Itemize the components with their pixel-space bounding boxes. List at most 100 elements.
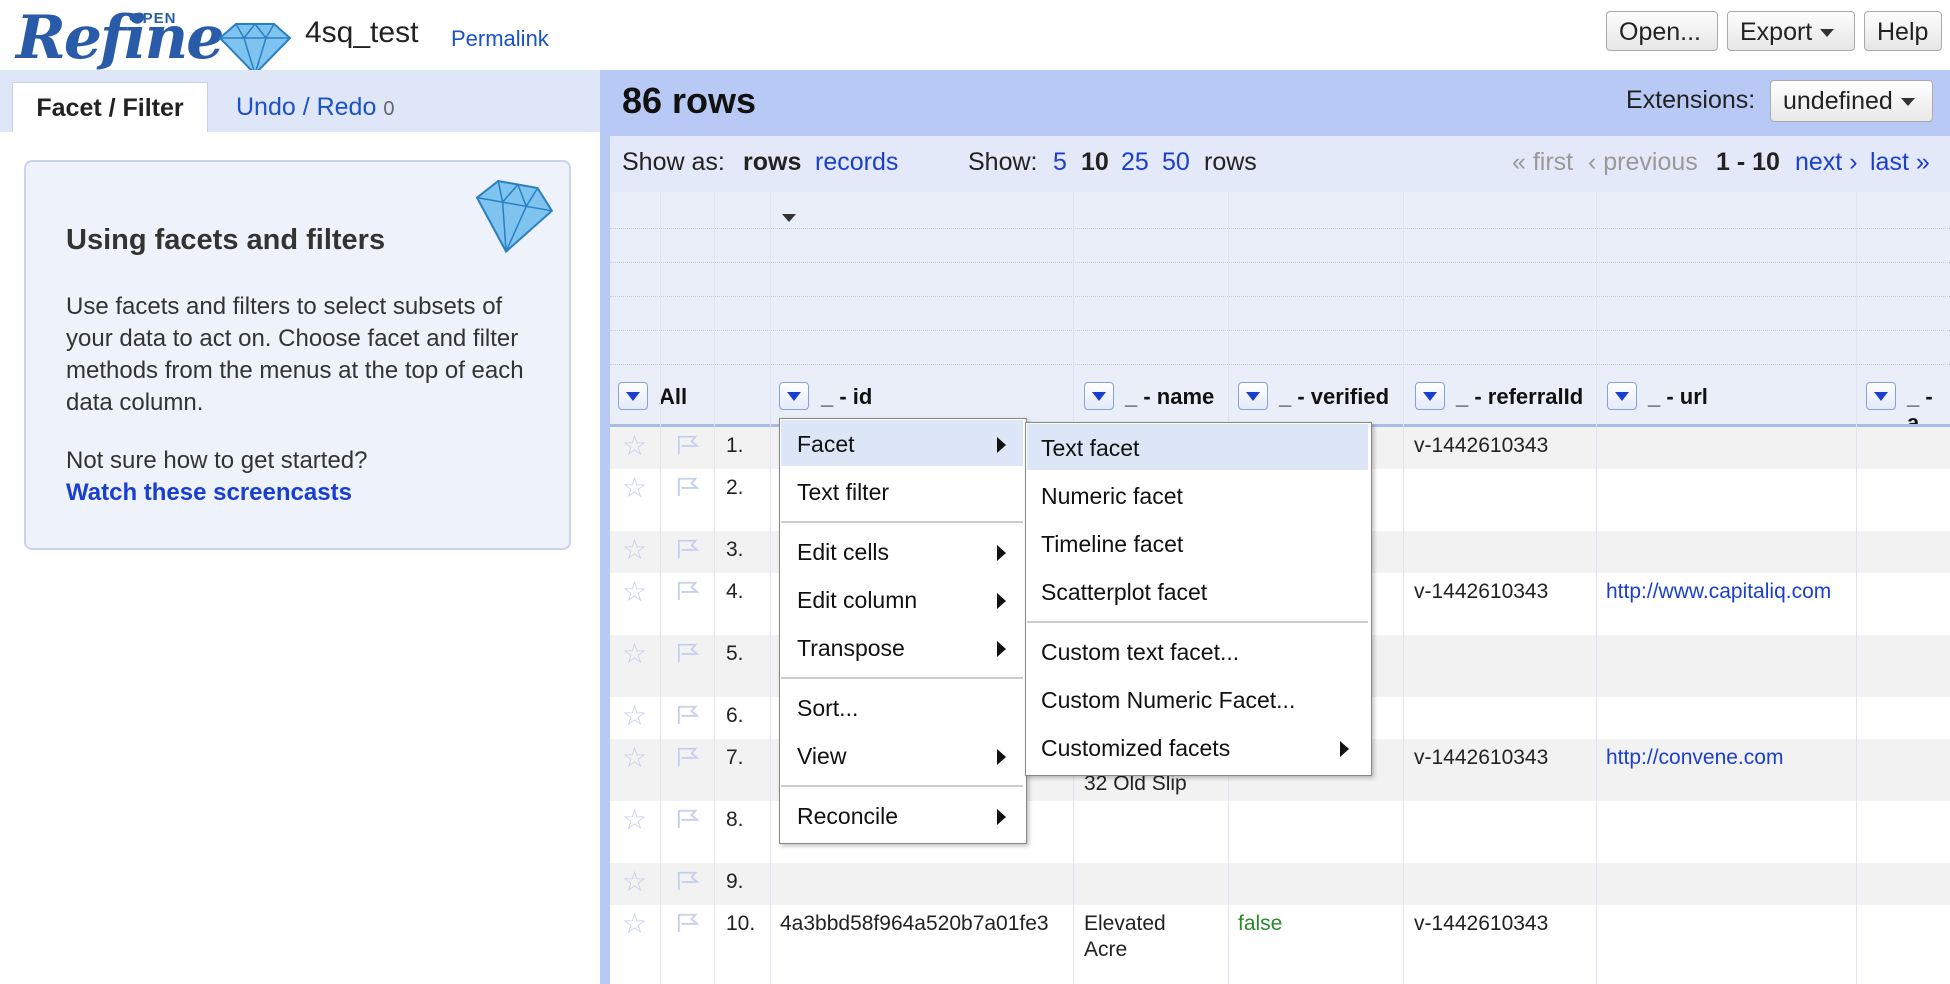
rows-count: 86 rows bbox=[622, 80, 757, 121]
star-icon[interactable]: ☆ bbox=[622, 536, 647, 564]
row-number: 6. bbox=[726, 704, 744, 727]
flag-icon[interactable] bbox=[675, 580, 701, 602]
flag-icon[interactable] bbox=[675, 704, 701, 726]
star-icon[interactable]: ☆ bbox=[622, 640, 647, 668]
column-header-name: _ - name bbox=[1125, 384, 1215, 409]
extensions-label: Extensions: bbox=[1626, 86, 1756, 114]
menu-item-edit-cells[interactable]: Edit cells bbox=[797, 539, 889, 566]
open-button-label: Open... bbox=[1619, 18, 1701, 46]
pager-range: 1 - 10 bbox=[1716, 148, 1780, 176]
group-dropdown-icon[interactable] bbox=[782, 214, 796, 222]
page-size-10: 10 bbox=[1081, 148, 1109, 176]
help-title: Using facets and filters bbox=[66, 224, 386, 256]
cell-referralid[interactable]: v-1442610343 bbox=[1414, 746, 1548, 770]
menu-item-view[interactable]: View bbox=[797, 743, 846, 770]
help-button[interactable]: Help bbox=[1864, 11, 1942, 51]
menu-item-custom-numeric-facet[interactable]: Custom Numeric Facet... bbox=[1041, 687, 1295, 714]
pager-first: « first bbox=[1512, 148, 1574, 176]
column-header-referralid: _ - referralId bbox=[1456, 384, 1584, 409]
star-icon[interactable]: ☆ bbox=[622, 806, 647, 834]
column-menu-url-button[interactable] bbox=[1607, 382, 1637, 410]
menu-item-sort[interactable]: Sort... bbox=[797, 695, 858, 722]
cell-referralid[interactable]: v-1442610343 bbox=[1414, 434, 1548, 458]
undo-count: 0 bbox=[383, 98, 395, 120]
show-as-label: Show as: bbox=[622, 148, 725, 176]
cell-referralid[interactable]: v-1442610343 bbox=[1414, 580, 1548, 604]
star-icon[interactable]: ☆ bbox=[622, 432, 647, 460]
openrefine-logo[interactable]: Refine OPEN bbox=[16, 3, 292, 76]
column-menu-a-button[interactable] bbox=[1866, 382, 1896, 410]
row-number: 2. bbox=[726, 476, 744, 499]
pager-next-link[interactable]: next › bbox=[1795, 148, 1858, 177]
menu-item-text-filter[interactable]: Text filter bbox=[797, 479, 889, 506]
diamond-icon bbox=[475, 180, 554, 254]
star-icon[interactable]: ☆ bbox=[622, 744, 647, 772]
rows-word: rows bbox=[1204, 148, 1257, 176]
column-menu-id-button[interactable] bbox=[779, 382, 809, 410]
show-as-records-link[interactable]: records bbox=[815, 148, 898, 177]
help-question: Not sure how to get started? bbox=[66, 447, 368, 474]
submenu-arrow-icon bbox=[997, 593, 1006, 609]
cell-verified[interactable]: false bbox=[1238, 912, 1282, 936]
menu-item-custom-text-facet[interactable]: Custom text facet... bbox=[1041, 639, 1239, 666]
open-button[interactable]: Open... bbox=[1606, 11, 1718, 51]
screencasts-link[interactable]: Watch these screencasts bbox=[66, 479, 352, 507]
column-header-verified: _ - verified bbox=[1279, 384, 1390, 409]
page-size-5[interactable]: 5 bbox=[1053, 148, 1067, 177]
show-label: Show: bbox=[968, 148, 1038, 176]
submenu-arrow-icon bbox=[997, 809, 1006, 825]
page-size-50[interactable]: 50 bbox=[1162, 148, 1190, 177]
page-size-25[interactable]: 25 bbox=[1121, 148, 1149, 177]
menu-item-transpose[interactable]: Transpose bbox=[797, 635, 905, 662]
flag-icon[interactable] bbox=[675, 870, 701, 892]
menu-item-customized-facets[interactable]: Customized facets bbox=[1041, 735, 1230, 762]
menu-item-reconcile[interactable]: Reconcile bbox=[797, 803, 898, 830]
panel-divider[interactable] bbox=[600, 70, 610, 984]
column-menu-verified-button[interactable] bbox=[1238, 382, 1268, 410]
tab-undo-redo-label: Undo / Redo bbox=[236, 93, 377, 121]
tab-facet-filter[interactable]: Facet / Filter bbox=[12, 82, 208, 132]
chevron-down-icon bbox=[1900, 98, 1915, 107]
star-icon[interactable]: ☆ bbox=[622, 702, 647, 730]
star-icon[interactable]: ☆ bbox=[622, 868, 647, 896]
menu-item-edit-column[interactable]: Edit column bbox=[797, 587, 917, 614]
flag-icon[interactable] bbox=[675, 434, 701, 456]
flag-icon[interactable] bbox=[675, 808, 701, 830]
flag-icon[interactable] bbox=[675, 746, 701, 768]
cell-url[interactable]: http://convene.com bbox=[1606, 746, 1783, 770]
cell-name[interactable]: Elevated bbox=[1084, 912, 1166, 936]
star-icon[interactable]: ☆ bbox=[622, 474, 647, 502]
menu-item-text-facet[interactable]: Text facet bbox=[1041, 435, 1139, 462]
flag-icon[interactable] bbox=[675, 476, 701, 498]
permalink-link[interactable]: Permalink bbox=[451, 26, 549, 52]
cell-url[interactable]: http://www.capitaliq.com bbox=[1606, 580, 1831, 604]
table-row bbox=[610, 863, 1950, 905]
flag-icon[interactable] bbox=[675, 642, 701, 664]
tab-undo-redo[interactable]: Undo / Redo 0 bbox=[236, 82, 394, 132]
menu-item-scatterplot-facet[interactable]: Scatterplot facet bbox=[1041, 579, 1207, 606]
extensions-dropdown[interactable]: undefined bbox=[1770, 80, 1933, 122]
logo-text: Refine bbox=[16, 3, 224, 73]
cell-referralid[interactable]: v-1442610343 bbox=[1414, 912, 1548, 936]
cell-name[interactable]: Acre bbox=[1084, 938, 1127, 962]
column-menu-all-button[interactable] bbox=[618, 382, 648, 410]
column-header-id: _ - id bbox=[821, 384, 873, 409]
menu-item-timeline-facet[interactable]: Timeline facet bbox=[1041, 531, 1183, 558]
flag-icon[interactable] bbox=[675, 912, 701, 934]
column-header-url: _ - url bbox=[1648, 384, 1708, 409]
export-button[interactable]: Export bbox=[1727, 11, 1855, 51]
help-body: Use facets and filters to select subsets… bbox=[66, 293, 524, 416]
menu-item-facet[interactable]: Facet bbox=[797, 431, 855, 458]
column-menu-name-button[interactable] bbox=[1084, 382, 1114, 410]
star-icon[interactable]: ☆ bbox=[622, 578, 647, 606]
cell-id[interactable]: 4a3bbd58f964a520b7a01fe3 bbox=[780, 912, 1049, 936]
show-as-rows: rows bbox=[743, 148, 802, 176]
column-menu-referralid-button[interactable] bbox=[1415, 382, 1445, 410]
row-number: 9. bbox=[726, 870, 744, 893]
pager-last-link[interactable]: last » bbox=[1870, 148, 1930, 177]
submenu-arrow-icon bbox=[997, 749, 1006, 765]
project-name[interactable]: 4sq_test bbox=[305, 16, 418, 50]
star-icon[interactable]: ☆ bbox=[622, 910, 647, 938]
flag-icon[interactable] bbox=[675, 538, 701, 560]
menu-item-numeric-facet[interactable]: Numeric facet bbox=[1041, 483, 1183, 510]
